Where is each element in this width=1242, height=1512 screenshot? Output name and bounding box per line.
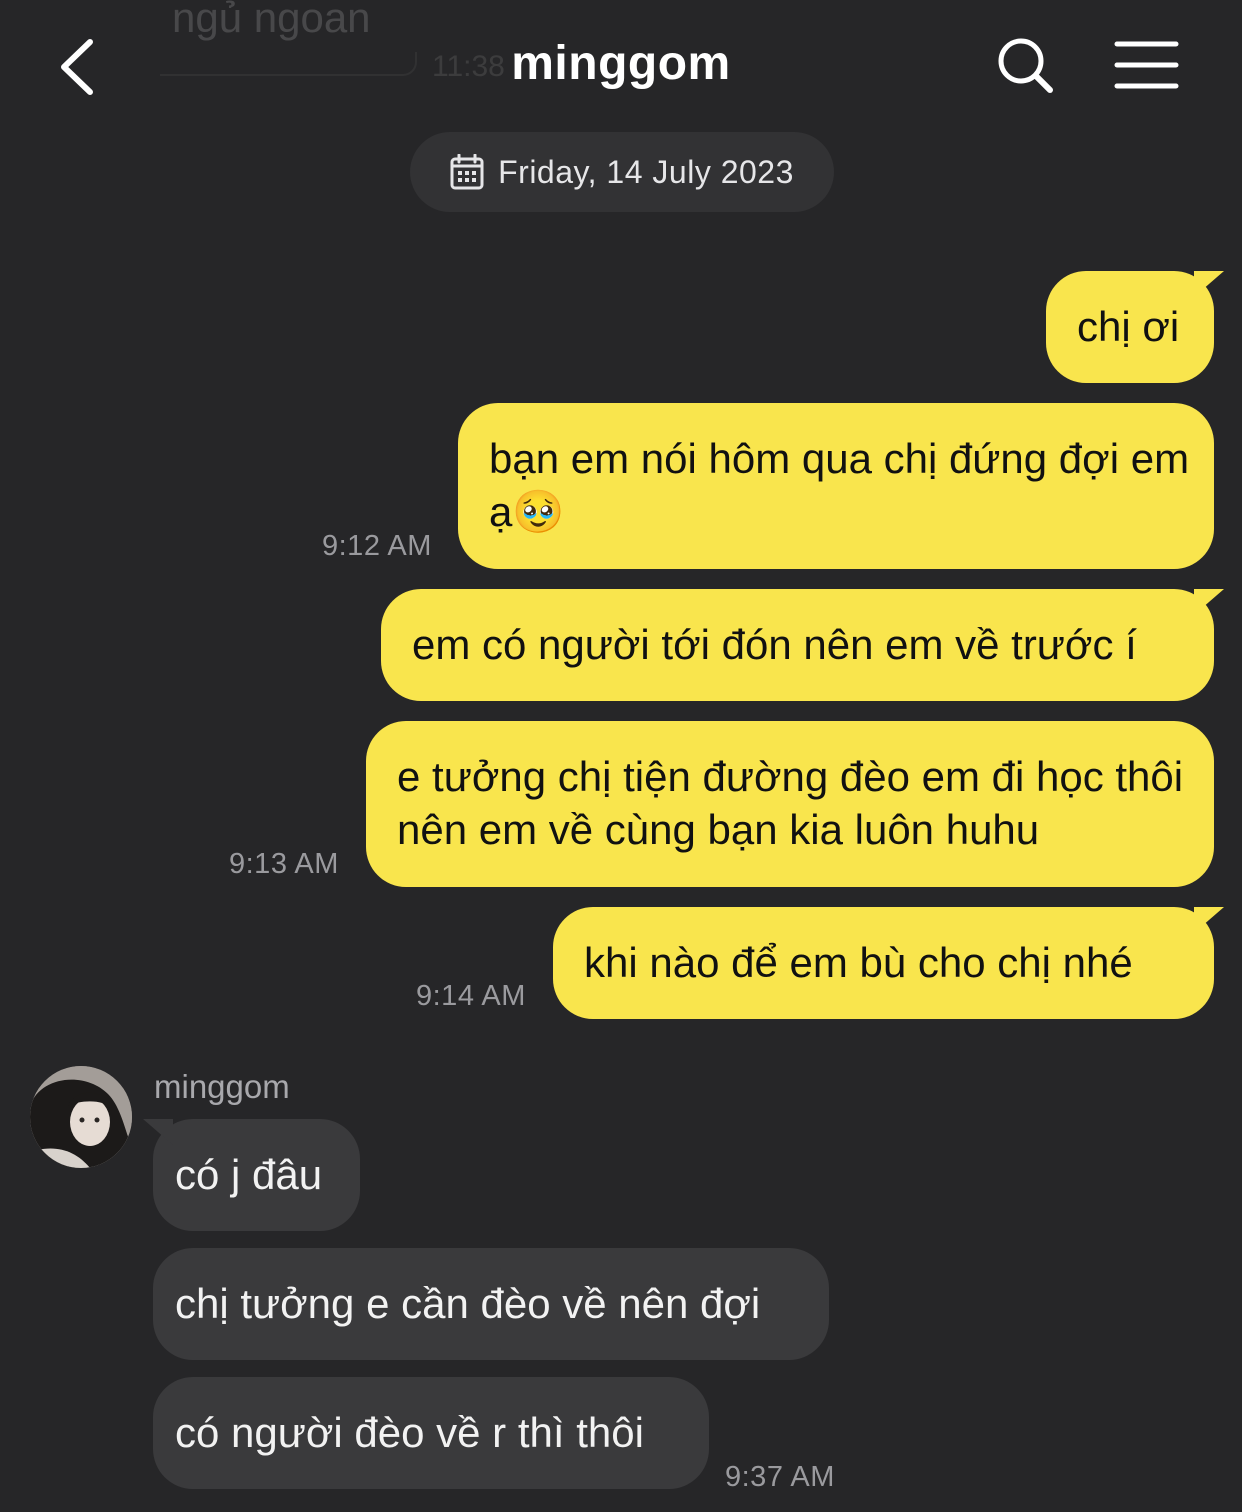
message-timestamp: 9:12 AM	[322, 530, 432, 562]
message-text: có j đâu	[175, 1151, 323, 1198]
message-text: chị ơi	[1077, 303, 1180, 350]
message-text: chị tưởng e cần đèo về nên đợi	[175, 1280, 761, 1327]
outgoing-message-bubble[interactable]: em có người tới đón nên em về trước í	[381, 589, 1224, 701]
message-text: em có người tới đón nên em về trước í	[412, 621, 1137, 668]
incoming-message-bubble[interactable]: có j đâu	[143, 1119, 360, 1231]
avatar[interactable]	[30, 1066, 132, 1168]
hamburger-menu-icon	[1114, 41, 1179, 89]
outgoing-message-bubble[interactable]: khi nào để em bù cho chị nhé	[553, 907, 1224, 1019]
message-text: bạn em nói hôm qua chị đứng đợi em ạ🥹	[489, 435, 1190, 535]
incoming-message-bubble[interactable]: chị tưởng e cần đèo về nên đợi	[153, 1248, 829, 1360]
outgoing-message-bubble[interactable]: bạn em nói hôm qua chị đứng đợi em ạ🥹	[458, 403, 1214, 569]
message-timestamp: 9:13 AM	[229, 848, 339, 880]
message-timestamp: 9:14 AM	[416, 980, 526, 1012]
message-timestamp: 9:37 AM	[725, 1461, 835, 1493]
incoming-message-bubble[interactable]: có người đèo về r thì thôi	[153, 1377, 709, 1489]
menu-button[interactable]	[1112, 38, 1182, 94]
sender-name: minggom	[154, 1068, 290, 1105]
calendar-icon	[450, 154, 484, 190]
message-text: e tưởng chị tiện đường đèo em đi học thô…	[397, 753, 1184, 853]
date-divider: Friday, 14 July 2023	[410, 132, 834, 212]
search-icon	[998, 38, 1053, 93]
message-text: khi nào để em bù cho chị nhé	[584, 939, 1133, 986]
outgoing-message-bubble[interactable]: chị ơi	[1046, 271, 1224, 383]
chat-header: minggom	[0, 0, 1242, 130]
date-label: Friday, 14 July 2023	[498, 153, 794, 190]
message-text: có người đèo về r thì thôi	[175, 1409, 644, 1456]
profile-photo-icon	[30, 1066, 132, 1168]
outgoing-message-bubble[interactable]: e tưởng chị tiện đường đèo em đi học thô…	[366, 721, 1214, 887]
search-button[interactable]	[996, 36, 1056, 96]
